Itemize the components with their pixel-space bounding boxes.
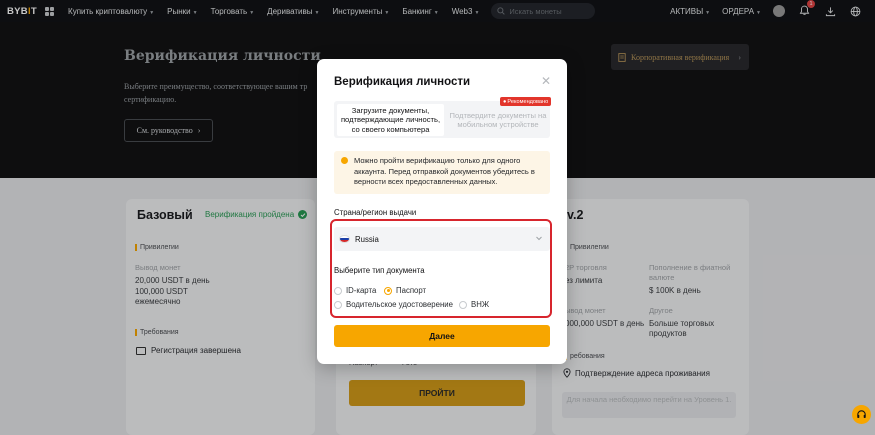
support-chat-button[interactable] bbox=[852, 405, 871, 424]
headset-icon bbox=[857, 410, 866, 418]
russia-flag-icon bbox=[339, 235, 350, 243]
radio-id-card[interactable]: ID-карта bbox=[334, 286, 376, 295]
upload-method-tabs: Загрузите документы, подтверждающие личн… bbox=[334, 101, 550, 138]
tab-upload-from-computer[interactable]: Загрузите документы, подтверждающие личн… bbox=[337, 104, 444, 136]
warning-notice: Можно пройти верификацию только для одно… bbox=[334, 151, 550, 194]
modal-title: Верификация личности bbox=[334, 76, 471, 88]
warning-icon bbox=[341, 157, 348, 164]
chevron-down-icon bbox=[536, 236, 542, 241]
country-select[interactable]: Russia bbox=[334, 227, 550, 251]
radio-circle-selected bbox=[384, 286, 392, 295]
document-type-label: Выберите тип документа bbox=[334, 266, 425, 275]
identity-verification-modal: Верификация личности ✕ Загрузите докумен… bbox=[317, 59, 567, 364]
radio-circle bbox=[334, 286, 342, 295]
close-icon[interactable]: ✕ bbox=[541, 75, 551, 87]
radio-residence-permit[interactable]: ВНЖ bbox=[459, 300, 489, 309]
recommended-badge: ● Рекомендовано bbox=[500, 97, 552, 106]
radio-passport[interactable]: Паспорт bbox=[384, 286, 426, 295]
next-button[interactable]: Далее bbox=[334, 325, 550, 347]
radio-circle bbox=[334, 300, 342, 309]
fire-icon: ● bbox=[503, 98, 507, 105]
country-label: Страна/регион выдачи bbox=[334, 208, 417, 217]
tab-mobile-device[interactable]: Подтвердите документы на мобильном устро… bbox=[448, 104, 548, 136]
radio-circle bbox=[459, 300, 467, 309]
radio-driver-license[interactable]: Водительское удостоверение bbox=[334, 300, 453, 309]
